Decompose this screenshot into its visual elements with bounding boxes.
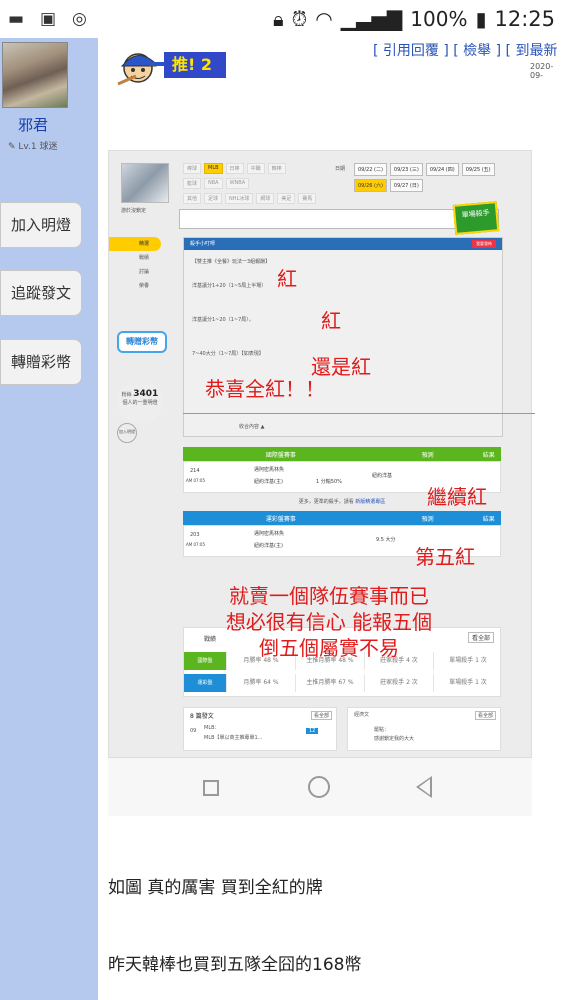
image-icon: ▣ — [40, 9, 57, 29]
signal-icon: ▁▃▅▇ — [340, 7, 403, 31]
filter-chip: 賽馬 — [298, 193, 317, 204]
add-light-button[interactable]: 加入明燈 — [0, 202, 82, 248]
killer-tips-panel: 殺手小叮嚀 我要發佈 【雙主推《全餐》玩法一3組報酬】 洋基讓分1+20（1~5局… — [183, 237, 503, 437]
filter-chip: 中職 — [246, 163, 265, 174]
avatar[interactable] — [2, 42, 68, 108]
follow-posts-button[interactable]: 追蹤發文 — [0, 270, 82, 316]
gift-coins-button[interactable]: 轉贈彩幣 — [0, 339, 82, 385]
date-chip: 09/27 (日) — [389, 179, 423, 192]
annotation-red-1: 紅 — [277, 267, 297, 291]
screenshot-menu-item: 榮譽 — [139, 283, 150, 289]
post-date: 2020-09- — [530, 62, 554, 80]
single-killer-badge: 單場殺手 — [452, 201, 500, 235]
caption-line-2: 昨天韓棒也買到五隊全囧的168幣 — [108, 955, 362, 975]
screenshot-menu: 精選戰績討論榮譽 — [109, 237, 179, 293]
user-level: ✎ Lv.1 球迷 — [8, 142, 58, 152]
home-icon — [308, 776, 330, 798]
back-icon — [416, 776, 432, 798]
filter-chip: 足球 — [204, 193, 223, 204]
clock: 12:25 — [494, 7, 555, 31]
date-label: 日期 — [335, 166, 346, 172]
divider-line — [183, 413, 535, 414]
filter-chip: 其他 — [183, 193, 202, 204]
date-chip: 09/24 (四) — [425, 163, 459, 176]
battery-percent: 100% — [410, 7, 468, 31]
date-chip: 09/23 (三) — [389, 163, 423, 176]
chat-icon: ▬ — [8, 9, 25, 29]
annotation-red-6: 第五紅 — [415, 545, 475, 569]
filter-chip: NBA — [204, 178, 223, 189]
post-line: 【雙主推《全餐》玩法一3組報酬】 — [192, 259, 271, 265]
screenshot-gift-button: 轉贈彩幣 — [117, 331, 167, 353]
panel-header: 殺手小叮嚀 我要發佈 — [184, 238, 502, 250]
table-header: 國際盤賽事 預測 結果 — [183, 447, 501, 461]
stats-see-all: 看全部 — [467, 632, 494, 643]
bottom-cards: 8 篇發文 看全部 09 MLB： MLB【單以商主推專單1... 12 經濟文… — [183, 707, 501, 751]
chrome-icon: ◎ — [72, 9, 87, 29]
screenshot-menu-item: 精選 — [109, 237, 161, 251]
screenshot-join-button: 加入明燈 — [117, 423, 137, 443]
annotation-red-5: 繼續紅 — [427, 485, 487, 509]
post-line: 洋基讓分1~20（1~7局）。 — [192, 317, 254, 323]
date-chip: 09/25 (五) — [461, 163, 495, 176]
caption-line-1: 如圖 真的厲害 買到全紅的牌 — [108, 878, 323, 898]
screenshot-menu-item: 討論 — [139, 269, 150, 275]
user-sidebar: 邪君 ✎ Lv.1 球迷 加入明燈 追蹤發文 轉贈彩幣 — [0, 38, 98, 1000]
battery-icon: ▮ — [475, 7, 487, 31]
annotation-red-2: 紅 — [321, 309, 341, 333]
filter-chip: 日棒 — [225, 163, 244, 174]
post-line: 7~40大分（1~7局）【如表現】 — [192, 351, 264, 357]
wifi-icon: ◠ — [315, 7, 333, 31]
stats-row: 運彩盤 月勝率 64 % 主推月勝率 67 % 莊家殺手 2 次 單場殺手 1 … — [184, 674, 502, 692]
experience-card: 經濟文 看全部 罷點： 感謝鎖定我的大大 — [347, 707, 501, 751]
profile-label: 游於沒鎖定 — [121, 208, 147, 214]
filter-chip: 美足 — [277, 193, 296, 204]
big-red-annotation: 就賣一個隊伍賽事而已 想必很有信心 能報五個 倒五個屬實不易 — [225, 584, 433, 660]
date-chip: 09/26 (六) — [354, 179, 387, 192]
filter-chip: NHL冰球 — [225, 193, 254, 204]
baseball-mascot-icon — [117, 53, 166, 86]
table-header: 運彩盤賽事 預測 結果 — [183, 511, 501, 525]
filter-chip: 韓棒 — [267, 163, 286, 174]
username[interactable]: 邪君 — [0, 114, 66, 135]
lock-icon: 🔒︎ — [273, 7, 284, 31]
filter-chip: 棒球 — [183, 163, 202, 174]
date-selector: 09/22 (二) 09/23 (三) 09/24 (四) 09/25 (五) 09/2… — [354, 163, 499, 192]
collapse-label: 收合內容 ▲ — [239, 424, 265, 430]
post-line: 洋基讓分1+20（1~5局上半場） — [192, 283, 267, 289]
filter-chip: WNBA — [225, 178, 250, 189]
embedded-screenshot: 游於沒鎖定 棒球 MLB 日棒 中職 韓棒 籃球 NBA WNBA 其他 足球 NHL冰球 網球美… — [108, 150, 535, 758]
filter-chip: 網球 — [256, 193, 275, 204]
date-chip: 09/22 (二) — [354, 163, 387, 176]
push-badge: 推! 2 — [116, 46, 226, 86]
status-bar: ▬ ▣ ◎ 🔒︎ ⏰︎ ◠ ▁▃▅▇ 100% ▮ 12:25 — [0, 0, 563, 38]
annotation-red-4: 恭喜全紅！！ — [205, 377, 325, 401]
screenshot-search-box — [179, 209, 499, 229]
push-count: 2 — [200, 55, 213, 74]
followers-circle: 粉絲 3401 個人的一重明燈 — [117, 381, 163, 423]
alarm-icon: ⏰︎ — [291, 7, 308, 31]
screenshot-menu-item: 戰績 — [139, 255, 150, 261]
android-nav-bar — [108, 758, 532, 816]
profile-car-image — [121, 163, 169, 203]
push-label: 推! 2 — [164, 52, 226, 78]
filter-chip: MLB — [204, 163, 223, 174]
recents-icon — [203, 780, 219, 796]
filter-chip: 籃球 — [183, 178, 202, 189]
posts-card: 8 篇發文 看全部 09 MLB： MLB【單以商主推專單1... 12 — [183, 707, 337, 751]
post-action-links[interactable]: [ 引用回覆 ] [ 檢舉 ] [ 到最新 — [373, 40, 557, 60]
